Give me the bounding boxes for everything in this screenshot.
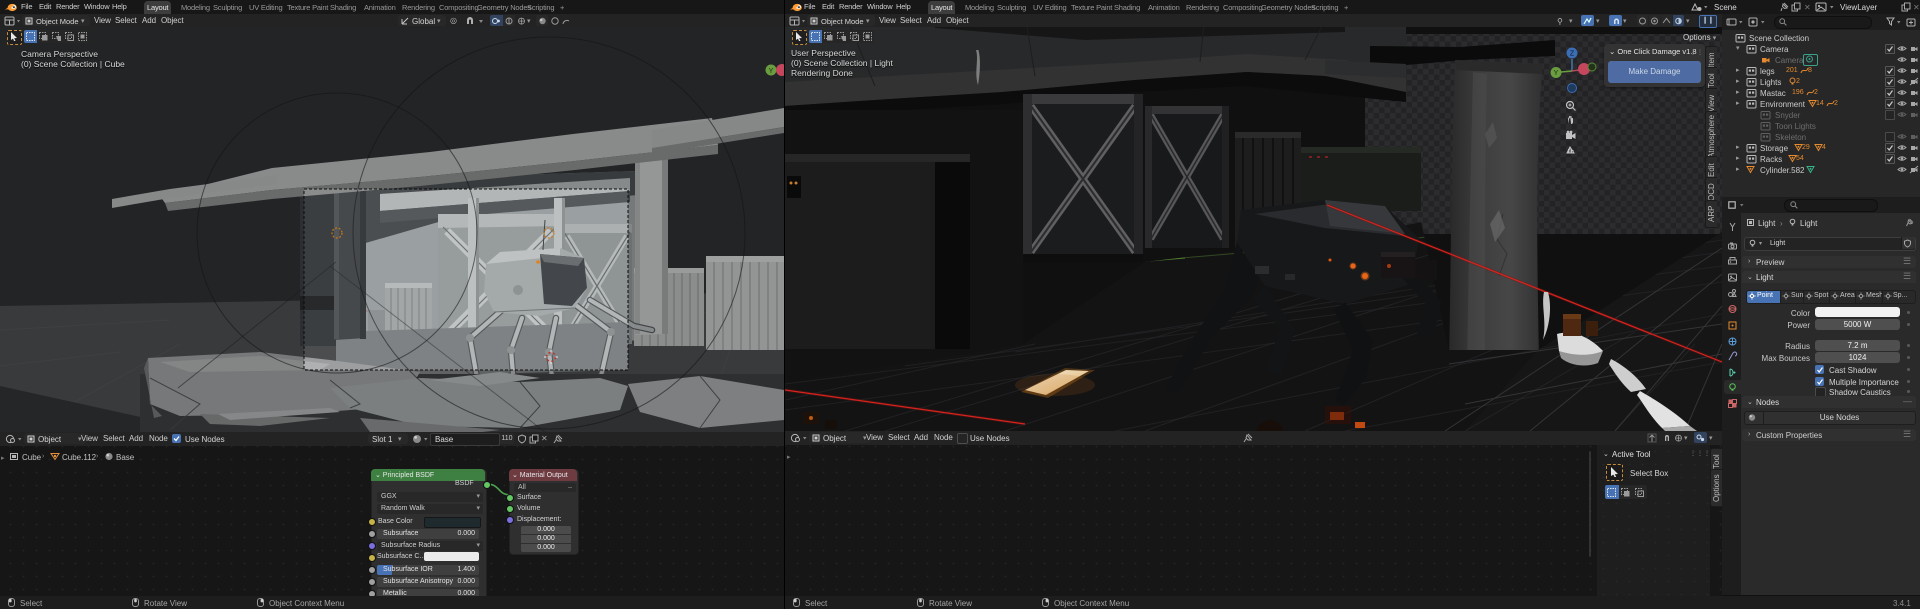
svg-text:Y: Y <box>1554 70 1559 77</box>
svg-text:Y: Y <box>769 68 774 75</box>
svg-text:Z: Z <box>1570 51 1575 58</box>
